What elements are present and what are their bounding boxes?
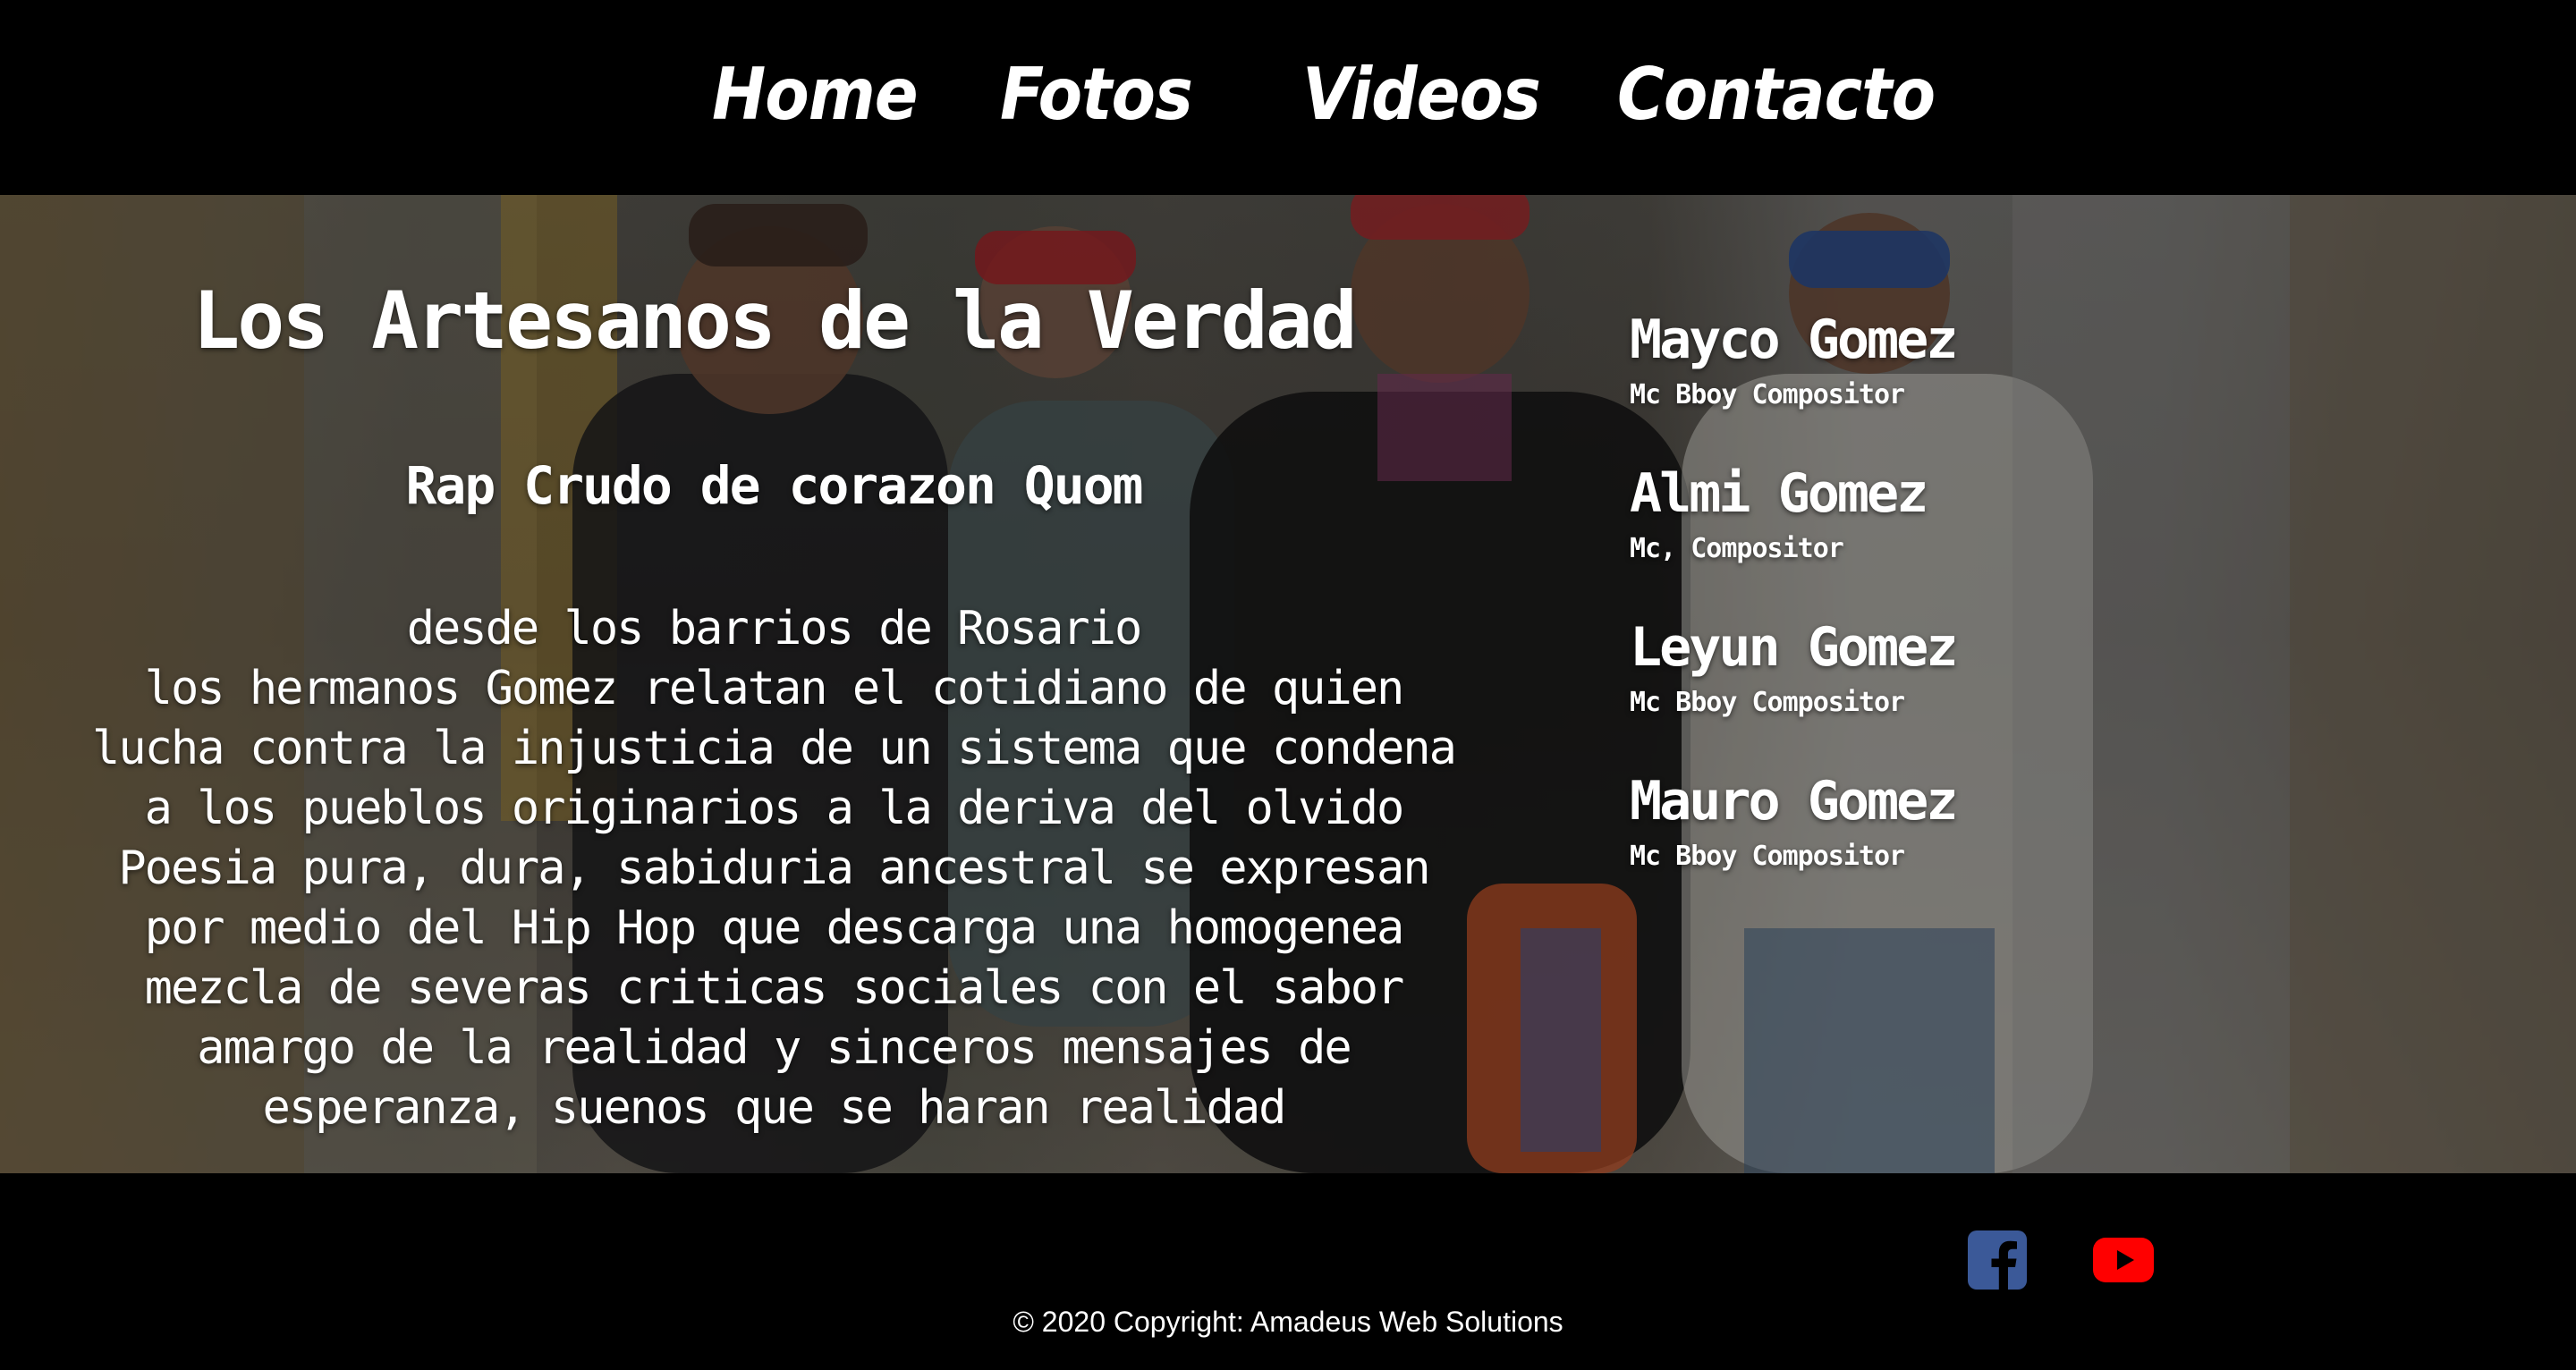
facebook-icon	[1968, 1230, 2027, 1290]
member-item: Mayco Gomez Mc Bboy Compositor	[1630, 304, 2256, 458]
member-role: Mc Bboy Compositor	[1630, 687, 1905, 718]
facebook-link[interactable]	[1968, 1230, 2027, 1290]
nav-contacto-link[interactable]: Contacto	[1617, 38, 1936, 148]
member-role: Mc Bboy Compositor	[1630, 841, 1905, 872]
description-line-2: los hermanos Gomez relatan el cotidiano …	[92, 662, 1457, 835]
member-name: Leyun Gomez	[1630, 616, 1958, 679]
navbar: Home Fotos Videos Contacto	[0, 0, 2576, 195]
member-item: Almi Gomez Mc, Compositor	[1630, 458, 2256, 612]
youtube-link[interactable]	[2093, 1238, 2154, 1282]
nav-fotos-link[interactable]: Fotos	[1000, 38, 1193, 148]
band-title: Los Artesanos de la Verdad	[192, 275, 1358, 367]
members-list: Mayco Gomez Mc Bboy Compositor Almi Gome…	[1630, 304, 2256, 919]
member-name: Mauro Gomez	[1630, 770, 1958, 833]
band-subtitle: Rap Crudo de corazon Quom	[405, 455, 1144, 516]
copyright-text: © 2020 Copyright: Amadeus Web Solutions	[1013, 1306, 1563, 1338]
member-name: Almi Gomez	[1630, 462, 1928, 525]
member-name: Mayco Gomez	[1630, 309, 1958, 371]
nav-home-link[interactable]: Home	[712, 38, 919, 148]
band-description: desde los barrios de Rosario los hermano…	[89, 599, 1458, 1138]
description-line-3: Poesia pura, dura, sabiduria ancestral s…	[118, 841, 1430, 1135]
footer: © 2020 Copyright: Amadeus Web Solutions	[0, 1173, 2576, 1370]
description-line-1: desde los barrios de Rosario	[406, 602, 1143, 655]
member-item: Mauro Gomez Mc Bboy Compositor	[1630, 765, 2256, 919]
member-role: Mc, Compositor	[1630, 533, 1844, 564]
hero-section: Los Artesanos de la Verdad Rap Crudo de …	[0, 195, 2576, 1173]
member-role: Mc Bboy Compositor	[1630, 379, 1905, 410]
nav-videos-link[interactable]: Videos	[1302, 38, 1541, 148]
member-item: Leyun Gomez Mc Bboy Compositor	[1630, 612, 2256, 765]
youtube-icon	[2093, 1238, 2154, 1282]
